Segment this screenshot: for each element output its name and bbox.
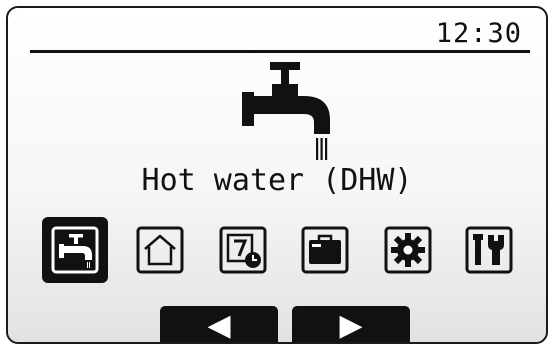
menu-item-hot-water[interactable] [42,217,108,283]
house-icon [136,226,184,274]
calendar-clock-icon [219,226,267,274]
prev-button[interactable]: ◀ [160,306,278,343]
menu-item-heating[interactable] [127,217,193,283]
menu-item-schedule[interactable] [210,217,276,283]
right-arrow-icon: ▶ [339,308,363,343]
gear-icon [384,226,432,274]
clock: 12:30 [435,18,522,49]
tap-icon [51,226,99,274]
page-title: Hot water (DHW) [141,163,413,198]
header-divider [30,50,530,53]
next-button[interactable]: ▶ [292,306,410,343]
menu-icon-bar [42,217,520,283]
menu-item-service[interactable] [456,217,522,283]
controller-screen: 12:30 Hot water (DHW) ◀ ▶ [6,6,548,344]
tools-icon [465,226,513,274]
tap-icon [242,62,330,160]
menu-item-settings[interactable] [375,217,441,283]
left-arrow-icon: ◀ [207,308,231,343]
menu-item-holiday[interactable] [292,217,358,283]
suitcase-icon [301,226,349,274]
